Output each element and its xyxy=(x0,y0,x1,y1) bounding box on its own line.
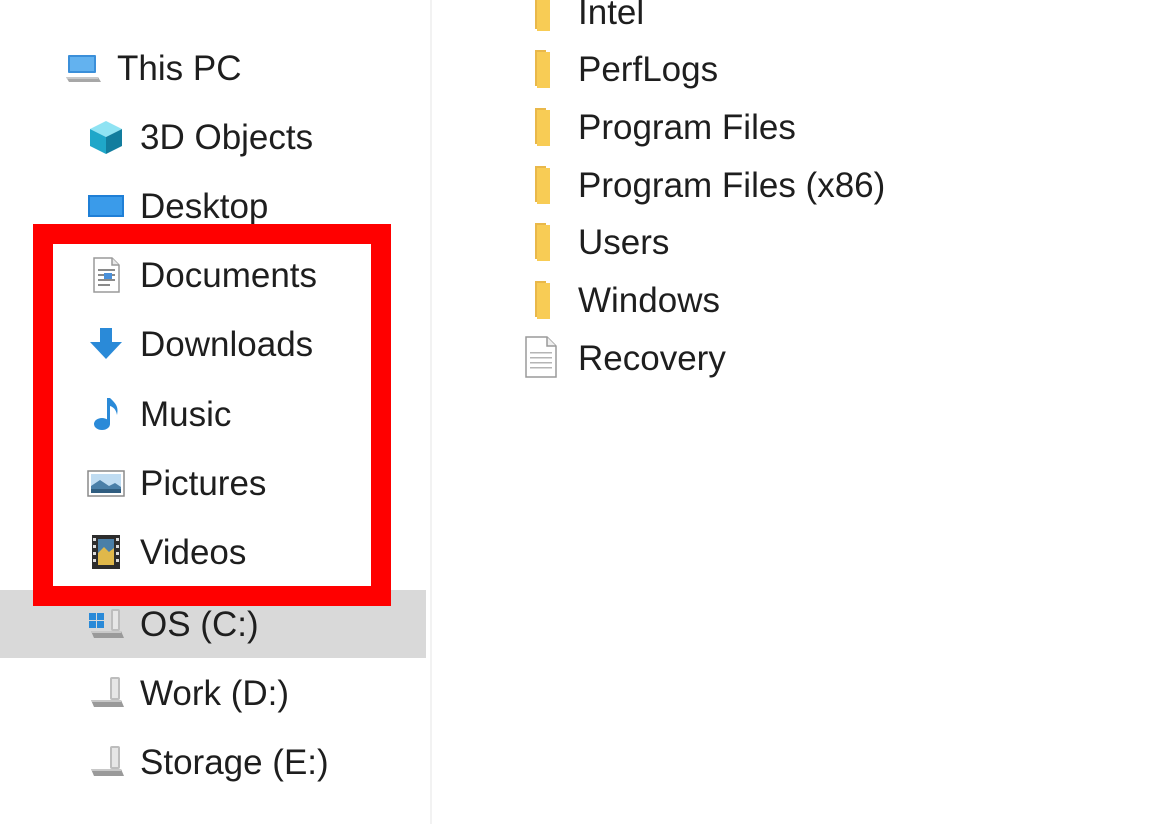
drive-icon xyxy=(87,743,125,781)
file-row-recovery[interactable]: Recovery xyxy=(432,329,1159,387)
folder-icon xyxy=(524,46,560,90)
file-row-perflogs[interactable]: PerfLogs xyxy=(432,40,1159,98)
nav-label-downloads: Downloads xyxy=(140,324,314,364)
this-pc-icon xyxy=(64,49,102,87)
nav-label-storage-e: Storage (E:) xyxy=(140,742,329,782)
file-name: PerfLogs xyxy=(578,50,719,89)
videos-icon xyxy=(87,533,125,571)
drive-icon xyxy=(87,674,125,712)
folder-icon xyxy=(524,0,560,33)
nav-item-storage-e-drive[interactable]: Storage (E:) xyxy=(0,728,426,796)
nav-label-videos: Videos xyxy=(140,532,247,572)
folder-icon xyxy=(524,162,560,206)
nav-item-work-d-drive[interactable]: Work (D:) xyxy=(0,659,426,727)
file-row-program-files-x86[interactable]: Program Files (x86) xyxy=(432,156,1159,214)
nav-label-music: Music xyxy=(140,394,232,434)
file-icon xyxy=(524,335,560,379)
file-name: Intel xyxy=(578,0,645,32)
nav-label-documents: Documents xyxy=(140,255,318,295)
nav-item-music[interactable]: Music xyxy=(0,380,426,448)
folder-icon xyxy=(524,277,560,321)
nav-label-os-c: OS (C:) xyxy=(140,604,259,644)
file-row-program-files[interactable]: Program Files xyxy=(432,98,1159,156)
nav-item-downloads[interactable]: Downloads xyxy=(0,310,426,378)
file-row-users[interactable]: Users xyxy=(432,213,1159,271)
file-row-intel[interactable]: Intel xyxy=(432,0,1159,41)
nav-item-videos[interactable]: Videos xyxy=(0,518,426,586)
nav-item-os-c-drive[interactable]: OS (C:) xyxy=(0,590,426,658)
documents-icon xyxy=(87,256,125,294)
nav-label-work-d: Work (D:) xyxy=(140,673,290,713)
file-name: Program Files (x86) xyxy=(578,166,886,205)
file-list: Intel PerfLogs Program Files Program Fil… xyxy=(432,0,1159,824)
file-name: Recovery xyxy=(578,339,726,378)
file-explorer-window: This PC 3D Objects Desktop Documents Dow… xyxy=(0,0,1159,824)
this-pc-label: This PC xyxy=(117,48,242,88)
3d-objects-icon xyxy=(87,118,125,156)
file-name: Windows xyxy=(578,281,720,320)
folder-icon xyxy=(524,104,560,148)
nav-label-pictures: Pictures xyxy=(140,463,267,503)
nav-item-desktop[interactable]: Desktop xyxy=(0,172,426,240)
nav-item-pictures[interactable]: Pictures xyxy=(0,449,426,517)
file-name: Users xyxy=(578,223,670,262)
nav-item-this-pc[interactable]: This PC xyxy=(0,34,426,102)
pictures-icon xyxy=(87,464,125,502)
nav-item-3d-objects[interactable]: 3D Objects xyxy=(0,103,426,171)
windows-drive-icon xyxy=(87,605,125,643)
downloads-icon xyxy=(87,325,125,363)
music-icon xyxy=(87,395,125,433)
navigation-pane: This PC 3D Objects Desktop Documents Dow… xyxy=(0,0,430,824)
folder-icon xyxy=(524,219,560,263)
nav-label-desktop: Desktop xyxy=(140,186,269,226)
file-name: Program Files xyxy=(578,108,796,147)
desktop-icon xyxy=(87,187,125,225)
nav-label-3d-objects: 3D Objects xyxy=(140,117,314,157)
nav-item-documents[interactable]: Documents xyxy=(0,241,426,309)
file-row-windows[interactable]: Windows xyxy=(432,271,1159,329)
